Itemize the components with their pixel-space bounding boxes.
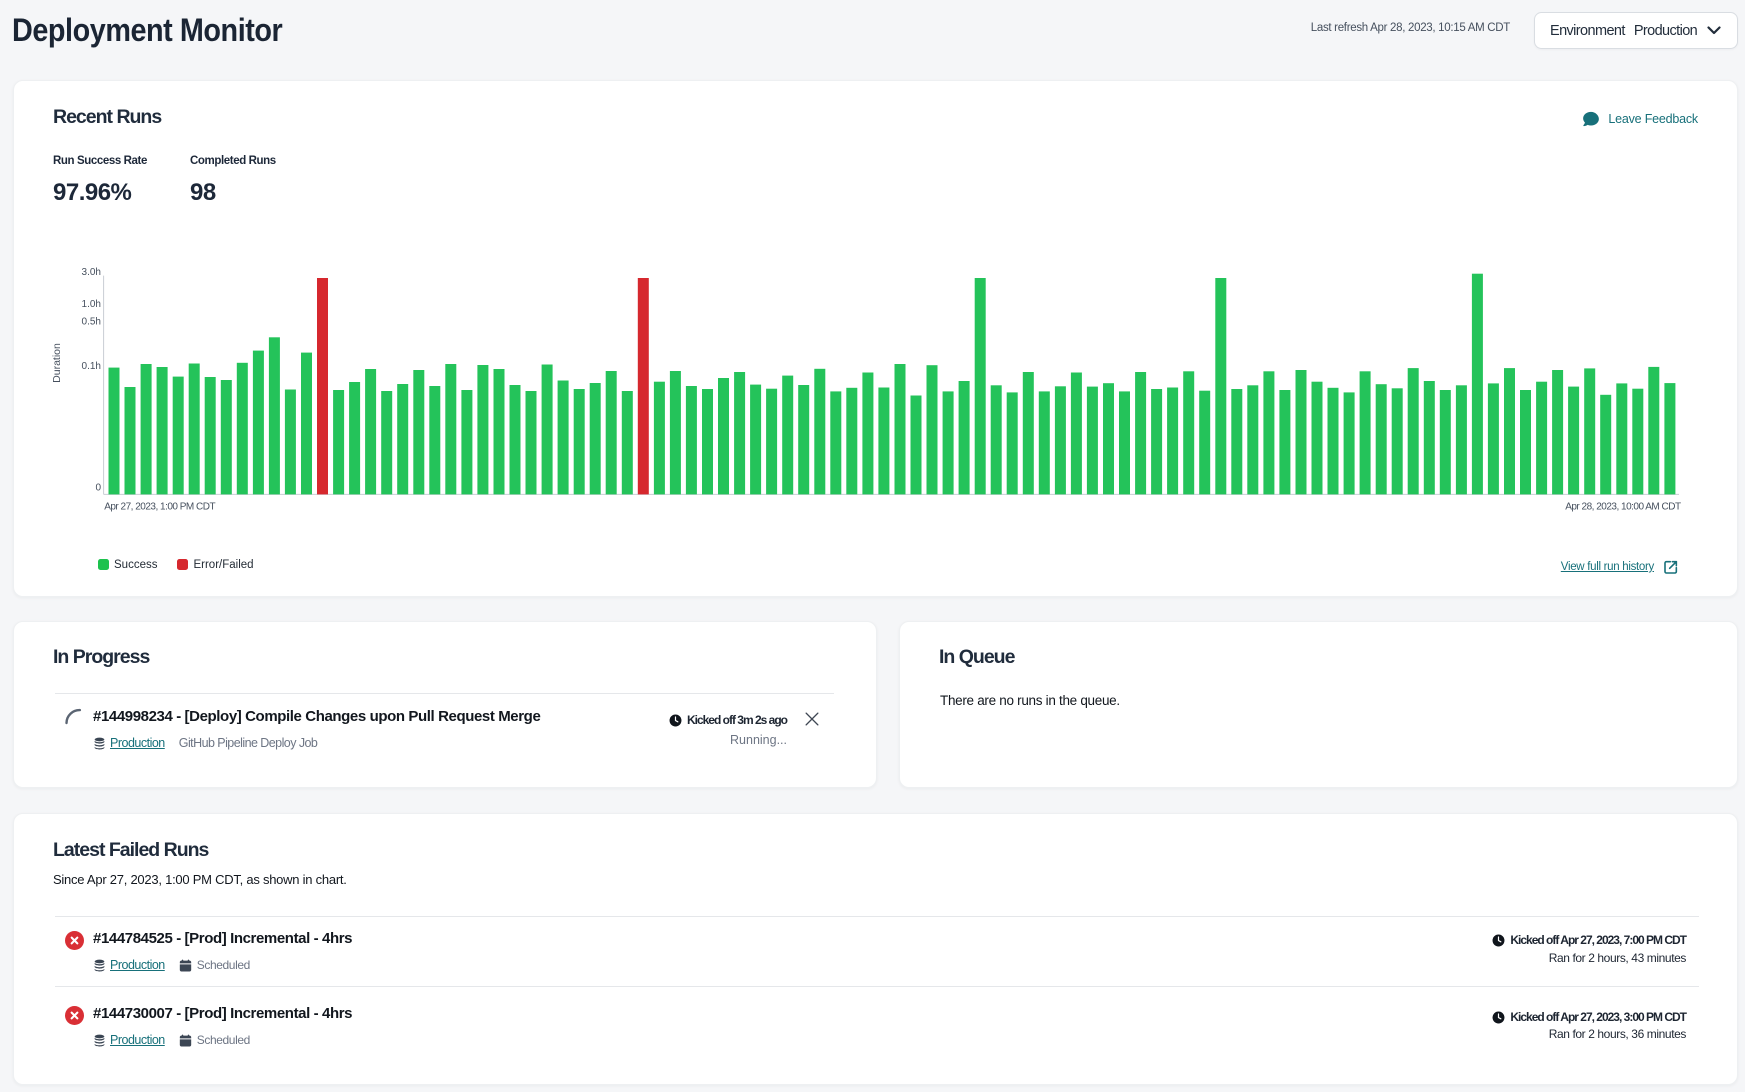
svg-text:1.0h: 1.0h <box>82 299 101 310</box>
svg-text:Apr 28, 2023, 10:00 AM CDT: Apr 28, 2023, 10:00 AM CDT <box>1565 501 1681 512</box>
svg-text:0.5h: 0.5h <box>82 317 101 328</box>
svg-text:Apr 27, 2023, 1:00 PM CDT: Apr 27, 2023, 1:00 PM CDT <box>104 501 215 512</box>
svg-text:Duration: Duration <box>51 343 63 383</box>
svg-text:3.0h: 3.0h <box>82 267 101 278</box>
svg-text:0.1h: 0.1h <box>82 361 101 372</box>
svg-text:0: 0 <box>95 483 101 494</box>
